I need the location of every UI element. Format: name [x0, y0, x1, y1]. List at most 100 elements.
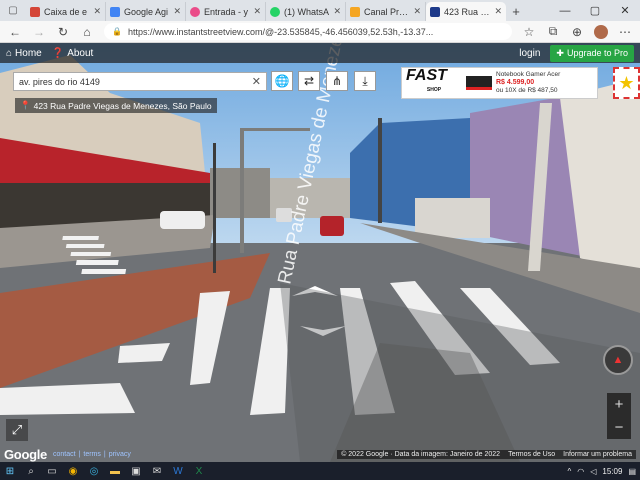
tab-title: (1) WhatsA [284, 6, 330, 17]
system-tray: ^ ◠ ◁ 15:09 ▤ [568, 467, 637, 476]
close-icon[interactable]: ✕ [494, 6, 502, 17]
tab-title: Caixa de e [44, 6, 88, 17]
streetview-icon [430, 6, 440, 17]
ad-product: Notebook Gamer Acer [496, 71, 561, 78]
search-icon[interactable]: ⌕ [25, 465, 37, 477]
compass-icon[interactable]: ▲ [603, 345, 633, 375]
chrome-icon[interactable]: ◉ [67, 465, 79, 477]
question-icon: ❓ [51, 47, 65, 59]
random-button[interactable]: ⇄ [298, 71, 320, 91]
street-view-pane[interactable]: Rua Padre Viegas de Menezes ⌂ Home ❓ About… [0, 43, 640, 462]
privacy-link[interactable]: privacy [109, 451, 131, 458]
about-link[interactable]: ❓ About [52, 48, 94, 59]
taskbar: ⊞ ⌕ ▭ ◉ ◎ ▬ ▣ ✉ W X ^ ◠ ◁ 15:09 ▤ [0, 462, 640, 480]
terms-of-use-link[interactable]: Termos de Uso [508, 451, 555, 458]
clear-icon[interactable]: ✕ [252, 75, 261, 88]
close-icon[interactable]: ✕ [93, 6, 101, 17]
pin-icon: 📍 [20, 100, 31, 110]
about-label: About [67, 47, 94, 59]
wifi-icon[interactable]: ◠ [577, 467, 584, 476]
tab-whatsapp[interactable]: (1) WhatsA ✕ [266, 2, 346, 21]
url-field[interactable]: 🔒 https://www.instantstreetview.com/@-23… [104, 23, 512, 40]
tab-title: Canal Pro - [364, 6, 410, 17]
drive-icon [350, 6, 360, 17]
close-icon[interactable]: ✕ [173, 6, 181, 17]
expand-icon[interactable]: ⤢ [6, 419, 28, 441]
google-logo: Google [4, 446, 47, 462]
tab-title: Entrada - y [204, 6, 249, 17]
close-icon[interactable]: ✕ [413, 6, 421, 17]
traffic-pole [213, 143, 216, 273]
copyright-text: © 2022 Google · Data da imagem: Janeiro … [341, 450, 501, 458]
share-button[interactable]: ⋔ [326, 71, 348, 91]
zoom-out-icon[interactable]: − [615, 419, 624, 436]
maximize-icon[interactable]: ▢ [580, 0, 610, 21]
search-input[interactable] [19, 76, 252, 87]
ad-banner[interactable]: FAST SHOP Notebook Gamer Acer R$ 4.599,00… [401, 67, 598, 99]
home-icon[interactable]: ⌂ [76, 23, 98, 41]
streetlight-arm [240, 128, 310, 131]
tab-street-view[interactable]: 423 Rua Pa ✕ [426, 2, 506, 21]
search-box: ✕ [13, 72, 267, 91]
close-icon[interactable]: ✕ [253, 6, 261, 17]
upgrade-button[interactable]: ✚ Upgrade to Pro [550, 44, 634, 62]
close-window-icon[interactable]: ✕ [610, 0, 640, 21]
map-footer: Google contact | terms | privacy © 2022 Go… [0, 446, 640, 462]
tab-yahoo-inbox[interactable]: Entrada - y ✕ [186, 2, 266, 21]
minimize-icon[interactable]: — [550, 0, 580, 21]
tab-gmail[interactable]: Caixa de e ✕ [26, 2, 106, 21]
share-icon: ⋔ [331, 74, 343, 88]
url-text: https://www.instantstreetview.com/@-23.5… [127, 26, 434, 37]
ad-price: R$ 4.599,00 [496, 79, 535, 86]
collections-icon[interactable]: ⧉ [542, 23, 564, 41]
store-icon[interactable]: ▣ [130, 465, 142, 477]
terms-link[interactable]: terms [83, 451, 101, 458]
avatar[interactable] [594, 24, 608, 39]
menu-icon[interactable]: ⋯ [614, 23, 636, 41]
location-label: 📍 423 Rua Padre Viegas de Menezes, São P… [15, 98, 217, 113]
new-tab-button[interactable]: + [506, 2, 526, 21]
edge-icon[interactable]: ◎ [88, 465, 100, 477]
home-label: Home [15, 47, 42, 59]
close-icon[interactable]: ✕ [333, 6, 341, 17]
word-icon[interactable]: W [172, 465, 184, 477]
ad-brand-logo: FAST SHOP [406, 67, 447, 94]
favorite-star-icon[interactable]: ★ [613, 67, 640, 99]
favorite-star-icon[interactable]: ☆ [518, 23, 540, 41]
excel-icon[interactable]: X [193, 465, 205, 477]
globe-button[interactable]: 🌐 [271, 71, 293, 91]
whatsapp-icon [270, 6, 280, 17]
reload-icon[interactable]: ↻ [52, 23, 74, 41]
task-view-icon[interactable]: ▭ [46, 465, 58, 477]
tab-google-agenda[interactable]: Google Agi ✕ [106, 2, 186, 21]
lock-icon: 🔒 [112, 27, 122, 36]
volume-icon[interactable]: ◁ [590, 467, 596, 476]
back-icon[interactable]: ← [4, 23, 26, 41]
zoom-in-icon[interactable]: + [615, 396, 624, 413]
calendar-icon [110, 6, 120, 17]
location-text: 423 Rua Padre Viegas de Menezes, São Pau… [33, 100, 212, 111]
tab-actions-icon[interactable]: ▢ [0, 0, 26, 21]
notifications-icon[interactable]: ▤ [628, 467, 636, 476]
report-problem-link[interactable]: Informar um problema [563, 451, 632, 458]
tab-canal-pro[interactable]: Canal Pro - ✕ [346, 2, 426, 21]
forward-icon[interactable]: → [28, 23, 50, 41]
login-link[interactable]: login [519, 48, 540, 59]
contact-link[interactable]: contact [53, 451, 76, 458]
window-controls: — ▢ ✕ [550, 0, 640, 21]
file-explorer-icon[interactable]: ▬ [109, 465, 121, 477]
extensions-icon[interactable]: ⊕ [566, 23, 588, 41]
address-bar: ← → ↻ ⌂ 🔒 https://www.instantstreetview.… [0, 21, 640, 43]
download-button[interactable]: ⤓ [354, 71, 376, 91]
home-icon: ⌂ [6, 47, 13, 59]
mail-app-icon[interactable]: ✉ [151, 465, 163, 477]
download-icon: ⤓ [362, 73, 368, 88]
clock[interactable]: 15:09 [602, 467, 622, 476]
upgrade-label: Upgrade to Pro [566, 48, 628, 58]
map-credits: © 2022 Google · Data da imagem: Janeiro … [337, 449, 636, 459]
windows-start-icon[interactable]: ⊞ [4, 465, 16, 477]
chevron-up-icon[interactable]: ^ [568, 467, 572, 476]
footer-links: contact | terms | privacy [52, 450, 131, 458]
home-link[interactable]: ⌂ Home [6, 48, 42, 59]
sidewalk-brick [0, 253, 270, 388]
